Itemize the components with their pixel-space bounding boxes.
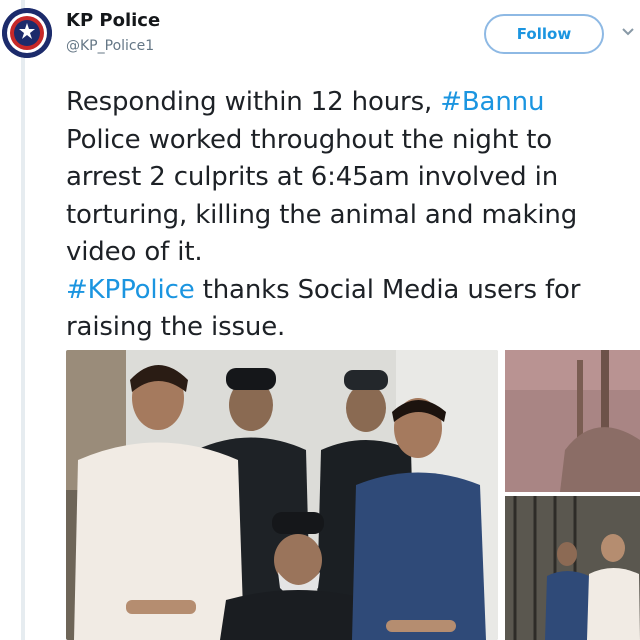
outdoor-scene-image: [505, 350, 640, 492]
kp-police-emblem-icon: [2, 8, 52, 58]
arrest-photo-image: [66, 350, 498, 640]
main-photo[interactable]: [66, 350, 498, 640]
tweet-text-part: Responding within 12 hours,: [66, 87, 441, 117]
hashtag-kppolice-link[interactable]: #KPPolice: [66, 275, 195, 305]
follow-button[interactable]: Follow: [484, 14, 604, 54]
tweet-text-part: Police worked throughout the night to ar…: [66, 124, 578, 267]
hashtag-bannu-link[interactable]: #Bannu: [440, 87, 544, 117]
user-handle[interactable]: @KP_Police1: [66, 38, 154, 54]
lockup-image: [505, 496, 640, 640]
thread-line: [21, 0, 25, 640]
tweet-text: Responding within 12 hours, #Bannu Polic…: [66, 84, 638, 347]
chevron-down-icon[interactable]: [620, 24, 636, 40]
display-name[interactable]: KP Police: [66, 10, 160, 31]
secondary-photo-top[interactable]: [505, 350, 640, 492]
avatar[interactable]: [2, 8, 52, 58]
secondary-photo-bottom[interactable]: [505, 496, 640, 640]
